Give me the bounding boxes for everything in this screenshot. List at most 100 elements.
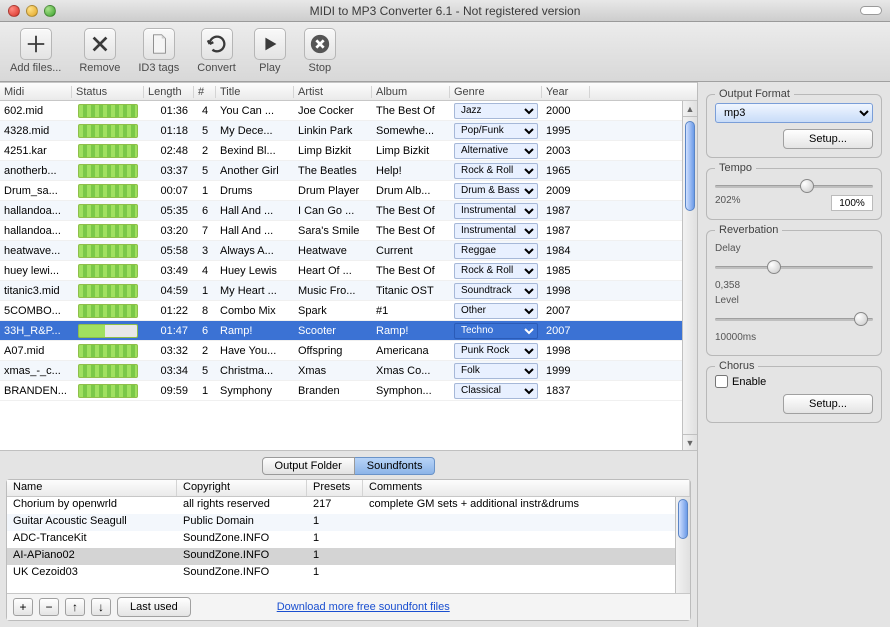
cell-artist: Branden	[294, 385, 372, 397]
scroll-down-icon[interactable]: ▼	[683, 434, 697, 450]
genre-select[interactable]: Jazz	[454, 103, 538, 119]
cell-artist: Heart Of ...	[294, 265, 372, 277]
status-bar	[78, 204, 138, 218]
scroll-up-icon[interactable]: ▲	[683, 101, 697, 117]
scroll-thumb[interactable]	[685, 121, 695, 211]
table-row[interactable]: Drum_sa...00:071DrumsDrum PlayerDrum Alb…	[0, 181, 697, 201]
cell-length: 02:48	[144, 145, 194, 157]
document-icon	[143, 28, 175, 60]
table-row[interactable]: huey lewi...03:494Huey LewisHeart Of ...…	[0, 261, 697, 281]
table-row[interactable]: A07.mid03:322Have You...OffspringAmerica…	[0, 341, 697, 361]
status-bar	[78, 384, 138, 398]
genre-select[interactable]: Reggae	[454, 243, 538, 259]
cell-length: 01:47	[144, 325, 194, 337]
genre-select[interactable]: Instrumental	[454, 203, 538, 219]
cell-album: Ramp!	[372, 325, 450, 337]
genre-select[interactable]: Other	[454, 303, 538, 319]
chorus-enable-checkbox[interactable]: Enable	[715, 375, 873, 388]
scrollbar[interactable]	[675, 497, 690, 593]
status-bar	[78, 144, 138, 158]
genre-select[interactable]: Drum & Bass	[454, 183, 538, 199]
genre-select[interactable]: Instrumental	[454, 223, 538, 239]
soundfont-row[interactable]: ADC-TranceKitSoundZone.INFO1	[7, 531, 690, 548]
level-slider[interactable]	[715, 310, 873, 328]
output-setup-button[interactable]: Setup...	[783, 129, 873, 149]
table-row[interactable]: BRANDEN...09:591SymphonyBrandenSymphon..…	[0, 381, 697, 401]
cell-track-number: 4	[194, 265, 216, 277]
soundfont-row[interactable]: Guitar Acoustic SeagullPublic Domain1	[7, 514, 690, 531]
genre-select[interactable]: Soundtrack	[454, 283, 538, 299]
cell-title: Christma...	[216, 365, 294, 377]
table-row[interactable]: titanic3.mid04:591My Heart ...Music Fro.…	[0, 281, 697, 301]
genre-select[interactable]: Pop/Funk	[454, 123, 538, 139]
cell-midi: 602.mid	[0, 105, 72, 117]
cell-album: Current	[372, 245, 450, 257]
cell-title: Another Girl	[216, 165, 294, 177]
add-files-button[interactable]: Add files...	[10, 28, 61, 74]
stop-button[interactable]: Stop	[304, 28, 336, 74]
sf-add-button[interactable]: +	[13, 598, 33, 616]
sf-move-up-button[interactable]: ↑	[65, 598, 85, 616]
genre-select[interactable]: Rock & Roll	[454, 263, 538, 279]
chorus-setup-button[interactable]: Setup...	[783, 394, 873, 414]
delay-slider[interactable]	[715, 258, 873, 276]
genre-select[interactable]: Techno	[454, 323, 538, 339]
table-row[interactable]: 5COMBO...01:228Combo MixSpark#1Other2007	[0, 301, 697, 321]
tempo-slider[interactable]	[715, 177, 873, 195]
cell-year: 1998	[542, 345, 590, 357]
genre-select[interactable]: Classical	[454, 383, 538, 399]
table-row[interactable]: xmas_-_c...03:345Christma...XmasXmas Co.…	[0, 361, 697, 381]
cell-year: 1995	[542, 125, 590, 137]
scroll-thumb[interactable]	[678, 499, 688, 539]
table-row[interactable]: anotherb...03:375Another GirlThe Beatles…	[0, 161, 697, 181]
table-row[interactable]: hallandoa...03:207Hall And ...Sara's Smi…	[0, 221, 697, 241]
chorus-legend: Chorus	[715, 360, 758, 372]
id3-tags-button[interactable]: ID3 tags	[138, 28, 179, 74]
cell-year: 2007	[542, 325, 590, 337]
genre-select[interactable]: Punk Rock	[454, 343, 538, 359]
table-row[interactable]: hallandoa...05:356Hall And ...I Can Go .…	[0, 201, 697, 221]
tempo-value: 202%	[715, 195, 741, 211]
sf-remove-button[interactable]: −	[39, 598, 59, 616]
cell-title: Hall And ...	[216, 205, 294, 217]
cell-midi: titanic3.mid	[0, 285, 72, 297]
tab-output-folder[interactable]: Output Folder	[262, 457, 355, 475]
sf-presets: 1	[307, 531, 363, 548]
refresh-icon	[201, 28, 233, 60]
last-used-button[interactable]: Last used	[117, 597, 191, 617]
x-icon	[84, 28, 116, 60]
play-button[interactable]: Play	[254, 28, 286, 74]
table-row[interactable]: heatwave...05:583Always A...HeatwaveCurr…	[0, 241, 697, 261]
cell-artist: Linkin Park	[294, 125, 372, 137]
soundfont-row[interactable]: UK Cezoid03SoundZone.INFO1	[7, 565, 690, 582]
genre-select[interactable]: Rock & Roll	[454, 163, 538, 179]
cell-album: Drum Alb...	[372, 185, 450, 197]
tab-soundfonts[interactable]: Soundfonts	[355, 457, 436, 475]
table-row[interactable]: 4328.mid01:185My Dece...Linkin ParkSomew…	[0, 121, 697, 141]
table-row[interactable]: 602.mid01:364You Can ...Joe CockerThe Be…	[0, 101, 697, 121]
soundfont-row[interactable]: AI-APiano02SoundZone.INFO1	[7, 548, 690, 565]
soundfont-row[interactable]: Chorium by openwrldall rights reserved21…	[7, 497, 690, 514]
cell-album: The Best Of	[372, 105, 450, 117]
cell-length: 03:49	[144, 265, 194, 277]
genre-select[interactable]: Alternative	[454, 143, 538, 159]
status-bar	[78, 124, 138, 138]
download-soundfonts-link[interactable]: Download more free soundfont files	[277, 601, 450, 613]
cell-length: 05:35	[144, 205, 194, 217]
cell-artist: Offspring	[294, 345, 372, 357]
convert-button[interactable]: Convert	[197, 28, 236, 74]
tempo-default-input[interactable]	[831, 195, 873, 211]
remove-button[interactable]: Remove	[79, 28, 120, 74]
table-row[interactable]: 33H_R&P...01:476Ramp!ScooterRamp!Techno2…	[0, 321, 697, 341]
scrollbar[interactable]: ▲ ▼	[682, 101, 697, 450]
cell-midi: 33H_R&P...	[0, 325, 72, 337]
sf-move-down-button[interactable]: ↓	[91, 598, 111, 616]
level-label: Level	[715, 295, 873, 306]
output-format-select[interactable]: mp3	[715, 103, 873, 123]
cell-midi: A07.mid	[0, 345, 72, 357]
sf-comments: complete GM sets + additional instr&drum…	[363, 497, 690, 514]
sf-comments	[363, 514, 690, 531]
table-row[interactable]: 4251.kar02:482Bexind Bl...Limp BizkitLim…	[0, 141, 697, 161]
genre-select[interactable]: Folk	[454, 363, 538, 379]
sf-name: Chorium by openwrld	[7, 497, 177, 514]
